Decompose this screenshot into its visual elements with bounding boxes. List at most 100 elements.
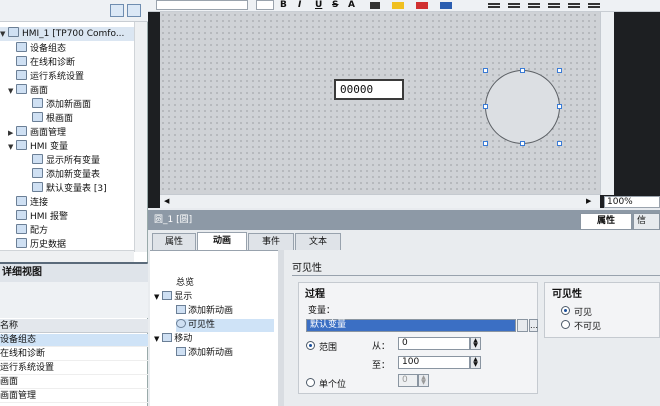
resize-handle[interactable] xyxy=(557,104,562,109)
view-icon[interactable] xyxy=(110,4,124,17)
tab-properties[interactable]: 属性 xyxy=(152,233,196,250)
tree-item[interactable]: 连接 xyxy=(8,196,48,210)
from-field[interactable]: 0 xyxy=(398,337,470,350)
tree-item[interactable]: 添加新画面 xyxy=(24,98,91,112)
distribute-icon[interactable] xyxy=(588,3,600,8)
details-row[interactable]: 在线和诊断 xyxy=(0,348,148,361)
align-center-icon[interactable] xyxy=(508,3,520,8)
align-left-icon[interactable] xyxy=(488,3,500,8)
details-column-name[interactable]: 名称 xyxy=(0,319,148,333)
nav-splitter[interactable] xyxy=(278,250,284,406)
expand-icon[interactable]: ▼ xyxy=(0,27,8,41)
pattern-icon[interactable] xyxy=(440,2,452,9)
tree-item[interactable]: ▼ 画面 xyxy=(8,84,48,98)
bit-stepper[interactable]: ▲ ▼ xyxy=(418,374,429,387)
tree-item[interactable]: 设备组态 xyxy=(8,42,66,56)
size-select[interactable] xyxy=(256,0,274,10)
visibility-title: 可见性 xyxy=(552,289,582,300)
properties-tab[interactable]: 属性 xyxy=(580,213,632,230)
item-icon xyxy=(16,140,27,150)
info-tab[interactable]: 信 xyxy=(633,213,660,230)
font-select[interactable] xyxy=(156,0,248,10)
to-stepper[interactable]: ▲ ▼ xyxy=(470,356,481,369)
nav-display[interactable]: ▼ 显示 xyxy=(154,291,192,304)
expand-icon[interactable]: ▼ xyxy=(154,335,159,343)
tree-vertical-scrollbar[interactable] xyxy=(134,22,147,252)
details-row[interactable]: 画面 xyxy=(0,376,148,389)
expand-icon[interactable]: ▼ xyxy=(8,140,16,154)
tab-animation[interactable]: 动画 xyxy=(197,232,247,251)
browse-button[interactable]: … xyxy=(529,319,538,332)
expand-icon[interactable]: ▼ xyxy=(154,293,159,301)
single-bit-label: 单个位 xyxy=(319,380,347,390)
invisible-label: 不可见 xyxy=(574,322,602,332)
variable-list-icon[interactable] xyxy=(517,319,528,332)
invisible-radio[interactable] xyxy=(561,320,570,329)
nav-add-animation[interactable]: 添加新动画 xyxy=(176,305,233,318)
tree-item[interactable]: 根画面 xyxy=(24,112,73,126)
line-color-icon[interactable] xyxy=(416,2,428,9)
to-field[interactable]: 100 xyxy=(398,356,470,369)
tree-item[interactable]: ▶ 画面管理 xyxy=(8,126,66,140)
tab-events[interactable]: 事件 xyxy=(248,233,294,250)
details-row[interactable]: 画面管理 xyxy=(0,390,148,403)
single-bit-radio[interactable] xyxy=(306,378,315,387)
details-view-title: 详细视图 xyxy=(0,264,148,282)
tree-horizontal-scrollbar[interactable] xyxy=(0,250,134,262)
variable-label: 变量： xyxy=(308,306,336,316)
expand-icon[interactable]: ▼ xyxy=(8,84,16,98)
underline-button[interactable]: U xyxy=(315,0,322,11)
canvas-horizontal-scrollbar[interactable]: ◀ ▶ xyxy=(160,194,600,208)
italic-button[interactable]: I xyxy=(298,0,301,11)
nav-overview[interactable]: 总览 xyxy=(176,277,194,290)
movement-icon xyxy=(162,333,173,342)
nav-movement[interactable]: ▼ 移动 xyxy=(154,333,192,346)
tree-item[interactable]: 显示所有变量 xyxy=(24,154,100,168)
align-right-icon[interactable] xyxy=(528,3,540,8)
fill-color-icon[interactable] xyxy=(392,2,404,9)
from-stepper[interactable]: ▲ ▼ xyxy=(470,337,481,350)
item-icon xyxy=(16,56,27,66)
tree-root[interactable]: ▼ HMI_1 [TP700 Comfo... xyxy=(0,27,134,41)
layout-icon[interactable] xyxy=(127,4,141,17)
tree-item[interactable]: HMI 报警 xyxy=(8,210,68,224)
resize-handle[interactable] xyxy=(483,68,488,73)
io-field[interactable]: 00000 xyxy=(334,79,404,100)
range-radio[interactable] xyxy=(306,341,315,350)
zoom-select[interactable]: 100% xyxy=(604,196,660,208)
visible-radio[interactable] xyxy=(561,306,570,315)
tree-item[interactable]: 在线和诊断 xyxy=(8,56,75,70)
scroll-right-icon[interactable]: ▶ xyxy=(586,197,591,205)
resize-handle[interactable] xyxy=(557,68,562,73)
tree-item[interactable]: 默认变量表 [3] xyxy=(24,182,107,196)
resize-handle[interactable] xyxy=(483,141,488,146)
strikethrough-button[interactable]: S xyxy=(332,0,338,11)
bold-button[interactable]: B xyxy=(280,0,287,11)
tree-item[interactable]: 添加新变量表 xyxy=(24,168,100,182)
align-bottom-icon[interactable] xyxy=(568,3,580,8)
display-icon xyxy=(162,291,173,300)
resize-handle[interactable] xyxy=(483,104,488,109)
bit-field[interactable]: 0 xyxy=(398,374,418,387)
font-size-button[interactable]: A xyxy=(348,0,355,11)
nav-add-animation[interactable]: 添加新动画 xyxy=(176,347,233,360)
details-row[interactable]: 设备组态 xyxy=(0,334,148,347)
tree-item[interactable]: 运行系统设置 xyxy=(8,70,84,84)
resize-handle[interactable] xyxy=(520,68,525,73)
format-toolbar: B I U S A xyxy=(148,0,660,12)
variable-field[interactable]: 默认变量 xyxy=(306,319,516,332)
text-color-icon[interactable] xyxy=(370,2,380,9)
resize-handle[interactable] xyxy=(557,141,562,146)
tree-item[interactable]: 配方 xyxy=(8,224,48,238)
tree-item[interactable]: ▼ HMI 变量 xyxy=(8,140,68,154)
resize-handle[interactable] xyxy=(520,141,525,146)
details-row[interactable]: 运行系统设置 xyxy=(0,362,148,375)
tab-texts[interactable]: 文本 xyxy=(295,233,341,250)
scroll-left-icon[interactable]: ◀ xyxy=(164,197,169,205)
nav-visibility[interactable]: 可见性 xyxy=(176,319,274,332)
canvas-vertical-scrollbar[interactable] xyxy=(600,12,614,195)
align-top-icon[interactable] xyxy=(548,3,560,8)
add-animation-icon xyxy=(176,347,186,356)
collapse-icon[interactable]: ▶ xyxy=(8,126,16,140)
circle-object[interactable] xyxy=(485,70,560,144)
